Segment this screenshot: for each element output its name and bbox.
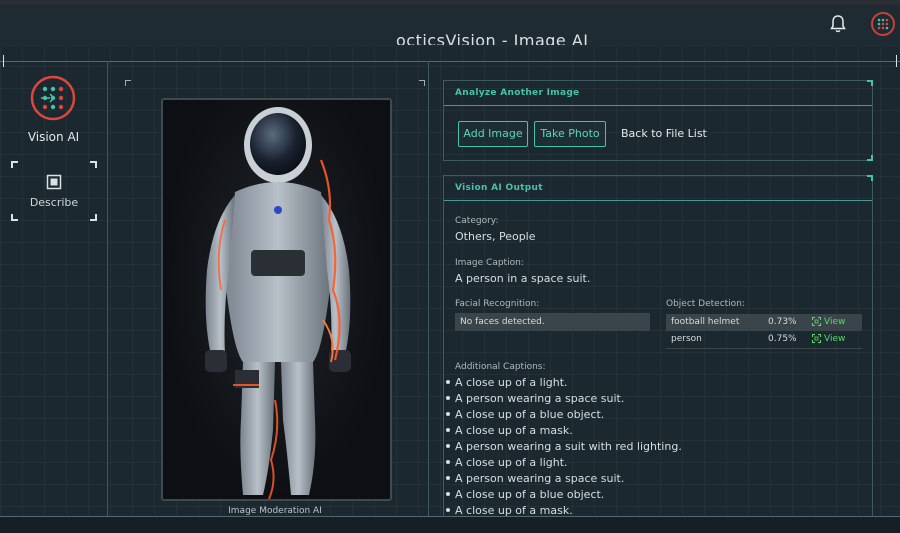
additional-caption-item: A close up of a light. <box>446 376 568 389</box>
avatar-dots-icon <box>877 18 889 30</box>
facial-recognition-label: Facial Recognition: <box>455 299 540 309</box>
bullet <box>446 444 450 448</box>
additional-caption-item: A close up of a blue object. <box>446 408 604 421</box>
analyzed-image <box>161 98 392 501</box>
caption-label: Image Caption: <box>455 258 524 268</box>
caption-value: A person in a space suit. <box>455 272 591 285</box>
top-bar: octicsVision - Image AI <box>0 0 900 47</box>
vision-ai-logo <box>30 75 76 121</box>
take-photo-button[interactable]: Take Photo <box>534 121 606 147</box>
additional-caption-item: A close up of a mask. <box>446 504 573 517</box>
caption-text: A person wearing a suit with red lightin… <box>455 440 682 453</box>
describe-icon <box>46 174 62 190</box>
bullet <box>446 428 450 432</box>
view-label: View <box>824 317 846 327</box>
bullet <box>446 396 450 400</box>
caption-text: A close up of a light. <box>455 376 568 389</box>
add-image-button[interactable]: Add Image <box>458 121 528 147</box>
additional-captions-label: Additional Captions: <box>455 362 546 372</box>
panel-corner-tr <box>419 80 425 86</box>
image-panel: Image Moderation AI <box>125 80 425 516</box>
view-icon <box>812 334 821 343</box>
object-row: football helmet 0.73% View <box>666 314 862 331</box>
object-confidence: 0.75% <box>768 334 797 344</box>
additional-caption-item: A person wearing a space suit. <box>446 392 624 405</box>
view-icon <box>812 317 821 326</box>
corner-tl <box>11 161 18 168</box>
corner-br <box>90 214 97 221</box>
bullet <box>446 412 450 416</box>
output-corner-tr <box>867 175 873 181</box>
caption-text: A person wearing a space suit. <box>455 392 625 405</box>
view-label: View <box>824 334 846 344</box>
object-detection-label: Object Detection: <box>666 299 745 309</box>
astronaut-illustration <box>205 107 351 499</box>
page-title: octicsVision - Image AI <box>396 33 589 45</box>
facial-recognition-value: No faces detected. <box>455 313 650 331</box>
window-strip <box>0 0 900 5</box>
image-caption: Image Moderation AI <box>228 506 322 516</box>
object-confidence: 0.73% <box>768 317 797 327</box>
category-value: Others, People <box>455 230 536 243</box>
back-to-file-list-link[interactable]: Back to File List <box>621 127 707 140</box>
bullet <box>446 476 450 480</box>
bottom-bar <box>0 517 900 533</box>
additional-caption-item: A person wearing a space suit. <box>446 472 624 485</box>
bullet <box>446 380 450 384</box>
analyze-corner-tr <box>867 80 873 86</box>
caption-text: A close up of a blue object. <box>455 408 605 421</box>
analyze-corner-br <box>867 155 873 161</box>
additional-caption-item: A close up of a blue object. <box>446 488 604 501</box>
caption-text: A close up of a mask. <box>455 504 573 517</box>
object-name: person <box>671 334 702 344</box>
caption-text: A person wearing a space suit. <box>455 472 625 485</box>
bell-icon[interactable] <box>829 14 847 34</box>
object-view-link[interactable]: View <box>812 314 845 331</box>
object-view-link[interactable]: View <box>812 331 845 348</box>
additional-caption-item: A person wearing a suit with red lightin… <box>446 440 682 453</box>
object-name: football helmet <box>671 317 740 327</box>
frame-top-line <box>0 61 900 62</box>
brand-name: Vision AI <box>27 130 80 144</box>
bullet <box>446 460 450 464</box>
object-row: person 0.75% View <box>666 331 862 348</box>
additional-caption-item: A close up of a light. <box>446 456 568 469</box>
analyze-panel-header: Analyze Another Image <box>444 81 872 106</box>
caption-text: A close up of a blue object. <box>455 488 605 501</box>
panel-corner-tl <box>125 80 131 86</box>
caption-text: A close up of a light. <box>455 456 568 469</box>
caption-text: A close up of a mask. <box>455 424 573 437</box>
bullet <box>446 492 450 496</box>
category-label: Category: <box>455 216 499 226</box>
additional-caption-item: A close up of a mask. <box>446 424 573 437</box>
frame-tick-right <box>896 55 897 67</box>
describe-button[interactable]: Describe <box>11 161 97 221</box>
user-avatar-logo[interactable] <box>871 12 895 36</box>
sidebar-divider <box>107 61 108 516</box>
sidebar: Vision AI <box>0 61 107 516</box>
describe-label: Describe <box>29 196 79 209</box>
object-table-bottom <box>666 348 862 349</box>
corner-bl <box>11 214 18 221</box>
bullet <box>446 508 450 512</box>
content-divider <box>428 61 429 516</box>
output-panel-header: Vision AI Output <box>444 176 872 201</box>
corner-tr <box>90 161 97 168</box>
